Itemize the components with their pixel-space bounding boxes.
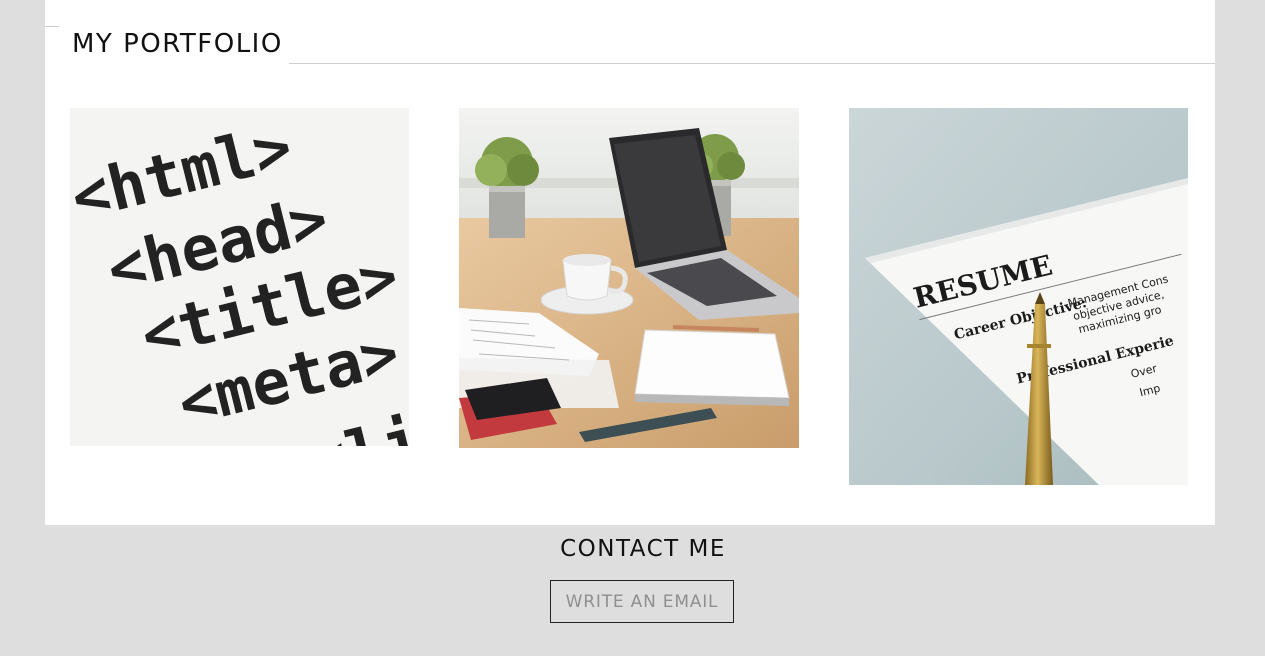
write-email-button[interactable]: WRITE AN EMAIL [550,580,734,623]
portfolio-item-resume[interactable]: RESUME Career Objective: Management Cons… [849,108,1188,485]
portfolio-item-laptop-desk[interactable] [459,108,799,448]
portfolio-divider-left [45,26,59,27]
laptop-desk-image [459,108,799,448]
portfolio-item-html-code[interactable]: <html> <head> <title> <meta> <li [70,108,409,446]
resume-image: RESUME Career Objective: Management Cons… [849,108,1188,485]
portfolio-title: MY PORTFOLIO [72,29,283,59]
contact-title: CONTACT ME [560,536,726,562]
portfolio-section: MY PORTFOLIO <html> <head> <title> <meta… [45,0,1215,525]
portfolio-divider-right [289,63,1215,64]
html-code-image: <html> <head> <title> <meta> <li [70,108,409,446]
